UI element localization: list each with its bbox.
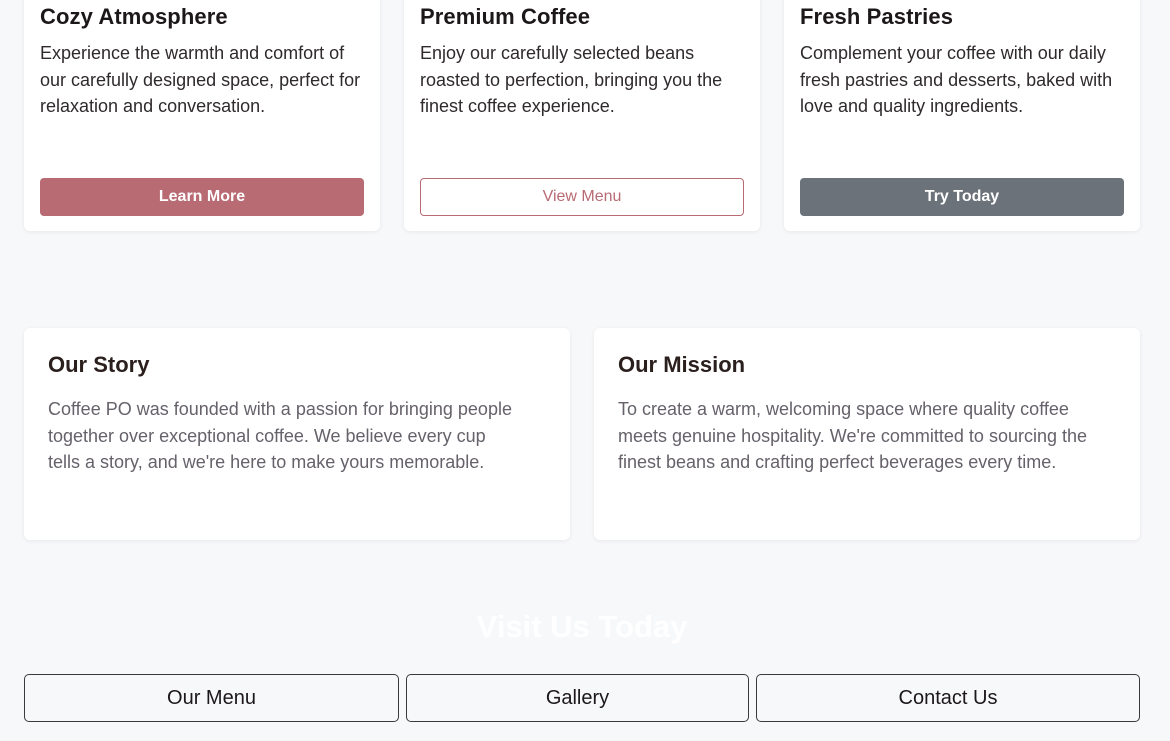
gallery-button[interactable]: Gallery: [406, 674, 749, 722]
view-menu-button[interactable]: View Menu: [420, 178, 744, 216]
page: Cozy Atmosphere Experience the warmth an…: [0, 0, 1170, 741]
contact-us-button[interactable]: Contact Us: [756, 674, 1140, 722]
feature-title: Fresh Pastries: [800, 4, 954, 29]
feature-description: Complement your coffee with our daily fr…: [800, 43, 1113, 116]
try-today-button[interactable]: Try Today: [800, 178, 1124, 216]
our-story-title: Our Story: [48, 352, 150, 377]
feature-card-coffee: Premium Coffee Enjoy our carefully selec…: [404, 0, 760, 231]
visit-us-title: Visit Us Today: [476, 609, 688, 644]
our-mission-text: To create a warm, welcoming space where …: [618, 399, 1088, 472]
our-mission-title: Our Mission: [618, 352, 746, 377]
our-story-text: Coffee PO was founded with a passion for…: [48, 399, 512, 472]
feature-card-pastries: Fresh Pastries Complement your coffee wi…: [784, 0, 1140, 231]
feature-description: Enjoy our carefully selected beans roast…: [420, 43, 723, 116]
our-mission-card: Our Mission To create a warm, welcoming …: [594, 328, 1140, 540]
our-story-card: Our Story Coffee PO was founded with a p…: [24, 328, 570, 540]
feature-title: Premium Coffee: [420, 4, 591, 29]
our-menu-button[interactable]: Our Menu: [24, 674, 399, 722]
feature-card-atmosphere: Cozy Atmosphere Experience the warmth an…: [24, 0, 380, 231]
learn-more-button[interactable]: Learn More: [40, 178, 364, 216]
feature-title: Cozy Atmosphere: [40, 4, 228, 29]
feature-description: Experience the warmth and comfort of our…: [40, 43, 361, 116]
